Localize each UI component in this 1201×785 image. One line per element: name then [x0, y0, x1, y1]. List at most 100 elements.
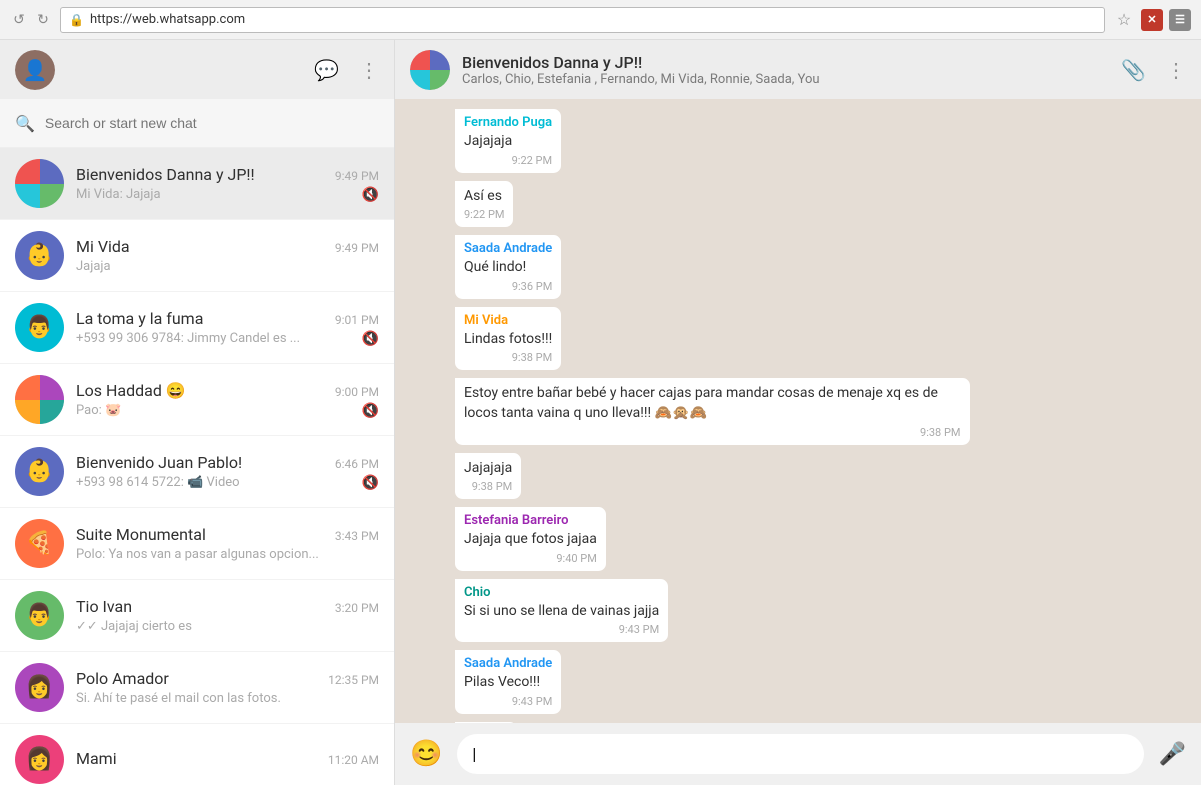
chat-time: 9:01 PM	[335, 313, 379, 327]
chat-name: La toma y la fuma	[76, 309, 203, 328]
message-bubble: Estefania Barreiro Jajaja que fotos jaja…	[455, 507, 606, 571]
message-time: 9:38 PM	[472, 480, 512, 493]
ext-icon-red[interactable]: ✕	[1141, 9, 1163, 31]
back-button[interactable]: ↺	[10, 11, 28, 29]
message-text: Jajajaja	[464, 132, 552, 152]
avatar: 👶	[15, 447, 64, 496]
message-text: Jajajaja	[464, 459, 512, 479]
chat-time: 11:20 AM	[328, 753, 379, 767]
message-input[interactable]	[457, 734, 1143, 774]
chat-header-members: Carlos, Chio, Estefania , Fernando, Mi V…	[462, 72, 1109, 87]
message-bubble: Mi Vida Jajaja 9:49 PM	[455, 722, 517, 723]
message-text: Jajaja que fotos jajaa	[464, 530, 597, 550]
browser-chrome: ↺ ↻ 🔒 https://web.whatsapp.com ☆ ✕ ☰	[0, 0, 1201, 40]
message-time: 9:43 PM	[619, 623, 659, 636]
message-time: 9:38 PM	[920, 426, 960, 439]
message-bubble: Saada Andrade Pilas Veco!!! 9:43 PM	[455, 650, 561, 714]
search-icon: 🔍	[15, 114, 35, 133]
message-text: Así es	[464, 187, 504, 207]
chat-header-info[interactable]: Bienvenidos Danna y JP!! Carlos, Chio, E…	[462, 53, 1109, 87]
chat-info: Los Haddad 😄 9:00 PM Pao: 🐷 🔇	[76, 381, 379, 419]
list-item[interactable]: 👩 Mami 11:20 AM	[0, 724, 394, 785]
avatar	[15, 159, 64, 208]
list-item[interactable]: Los Haddad 😄 9:00 PM Pao: 🐷 🔇	[0, 364, 394, 436]
new-chat-icon[interactable]: 💬	[314, 58, 339, 82]
message-sender: Chio	[464, 585, 659, 600]
sidebar-header: 👤 💬 ⋮	[0, 40, 394, 99]
chat-name: Mami	[76, 749, 117, 768]
message-sender: Fernando Puga	[464, 115, 552, 130]
list-item[interactable]: 👨 La toma y la fuma 9:01 PM +593 99 306 …	[0, 292, 394, 364]
chat-preview: Jajaja	[76, 259, 379, 274]
chat-info: La toma y la fuma 9:01 PM +593 99 306 97…	[76, 309, 379, 347]
message-time: 9:38 PM	[512, 351, 552, 364]
chat-time: 3:20 PM	[335, 601, 379, 615]
avatar	[15, 375, 64, 424]
chat-time: 9:00 PM	[335, 385, 379, 399]
browser-nav: ↺ ↻	[10, 11, 52, 29]
chat-time: 6:46 PM	[335, 457, 379, 471]
chat-preview: Si. Ahí te pasé el mail con las fotos.	[76, 691, 379, 706]
message-sender: Estefania Barreiro	[464, 513, 597, 528]
list-item[interactable]: 🍕 Suite Monumental 3:43 PM Polo: Ya nos …	[0, 508, 394, 580]
sidebar-header-icons: 💬 ⋮	[314, 58, 379, 82]
chat-name: Bienvenido Juan Pablo!	[76, 453, 242, 472]
chat-header-avatar[interactable]	[410, 50, 450, 90]
messages-area: Fernando Puga Jajajaja 9:22 PM Así es 9:…	[395, 99, 1201, 723]
message-sender: Mi Vida	[464, 313, 552, 328]
browser-actions: ☆ ✕ ☰	[1113, 9, 1191, 31]
avatar: 👩	[15, 735, 64, 784]
message-bubble: Estoy entre bañar bebé y hacer cajas par…	[455, 378, 970, 444]
list-item[interactable]: 👶 Mi Vida 9:49 PM Jajaja	[0, 220, 394, 292]
message-text: Qué lindo!	[464, 258, 552, 278]
chat-preview: +593 98 614 5722: 📹 Video	[76, 475, 358, 490]
chat-name: Suite Monumental	[76, 525, 206, 544]
chat-name: Polo Amador	[76, 669, 169, 688]
chat-list: Bienvenidos Danna y JP!! 9:49 PM Mi Vida…	[0, 148, 394, 785]
star-button[interactable]: ☆	[1113, 9, 1135, 31]
chat-preview: ✓✓ Jajajaj cierto es	[76, 619, 379, 634]
chat-header-icons: 📎 ⋮	[1121, 58, 1186, 82]
avatar: 👶	[15, 231, 64, 280]
chat-preview: Polo: Ya nos van a pasar algunas opcion.…	[76, 547, 379, 562]
list-item[interactable]: 👩 Polo Amador 12:35 PM Si. Ahí te pasé e…	[0, 652, 394, 724]
message-time: 9:43 PM	[512, 695, 552, 708]
emoji-button[interactable]: 😊	[410, 739, 442, 769]
chat-menu-icon[interactable]: ⋮	[1166, 58, 1186, 82]
message-time: 9:22 PM	[464, 208, 504, 221]
message-bubble: Mi Vida Lindas fotos!!! 9:38 PM	[455, 307, 561, 371]
attach-icon[interactable]: 📎	[1121, 58, 1146, 82]
chat-header: Bienvenidos Danna y JP!! Carlos, Chio, E…	[395, 40, 1201, 99]
chat-name: Tio Ivan	[76, 597, 132, 616]
mute-icon: 🔇	[362, 403, 379, 419]
list-item[interactable]: 👶 Bienvenido Juan Pablo! 6:46 PM +593 98…	[0, 436, 394, 508]
list-item[interactable]: 👨 Tio Ivan 3:20 PM ✓✓ Jajajaj cierto es	[0, 580, 394, 652]
list-item[interactable]: Bienvenidos Danna y JP!! 9:49 PM Mi Vida…	[0, 148, 394, 220]
message-bubble: Chio Si si uno se llena de vainas jajja …	[455, 579, 668, 643]
chat-time: 9:49 PM	[335, 169, 379, 183]
message-input-bar: 😊 🎤	[395, 723, 1201, 785]
message-time: 9:40 PM	[556, 552, 596, 565]
address-bar[interactable]: 🔒 https://web.whatsapp.com	[60, 7, 1105, 33]
avatar: 👨	[15, 591, 64, 640]
message-text: Estoy entre bañar bebé y hacer cajas par…	[464, 384, 961, 423]
app-container: 👤 💬 ⋮ 🔍	[0, 40, 1201, 785]
message-sender: Saada Andrade	[464, 656, 552, 671]
message-text: Lindas fotos!!!	[464, 330, 552, 350]
chat-panel: Bienvenidos Danna y JP!! Carlos, Chio, E…	[395, 40, 1201, 785]
chat-time: 9:49 PM	[335, 241, 379, 255]
chat-info: Suite Monumental 3:43 PM Polo: Ya nos va…	[76, 525, 379, 562]
message-time: 9:36 PM	[512, 280, 552, 293]
menu-icon[interactable]: ⋮	[359, 58, 379, 82]
chat-preview: Pao: 🐷	[76, 403, 358, 418]
group-avatar	[410, 50, 450, 90]
mic-button[interactable]: 🎤	[1159, 742, 1186, 767]
search-input[interactable]	[45, 115, 379, 131]
chat-name: Bienvenidos Danna y JP!!	[76, 165, 255, 184]
refresh-button[interactable]: ↻	[34, 11, 52, 29]
user-avatar[interactable]: 👤	[15, 50, 55, 90]
message-bubble: Fernando Puga Jajajaja 9:22 PM	[455, 109, 561, 173]
message-sender: Saada Andrade	[464, 241, 552, 256]
ext-icon-gray[interactable]: ☰	[1169, 9, 1191, 31]
chat-info: Mami 11:20 AM	[76, 749, 379, 771]
